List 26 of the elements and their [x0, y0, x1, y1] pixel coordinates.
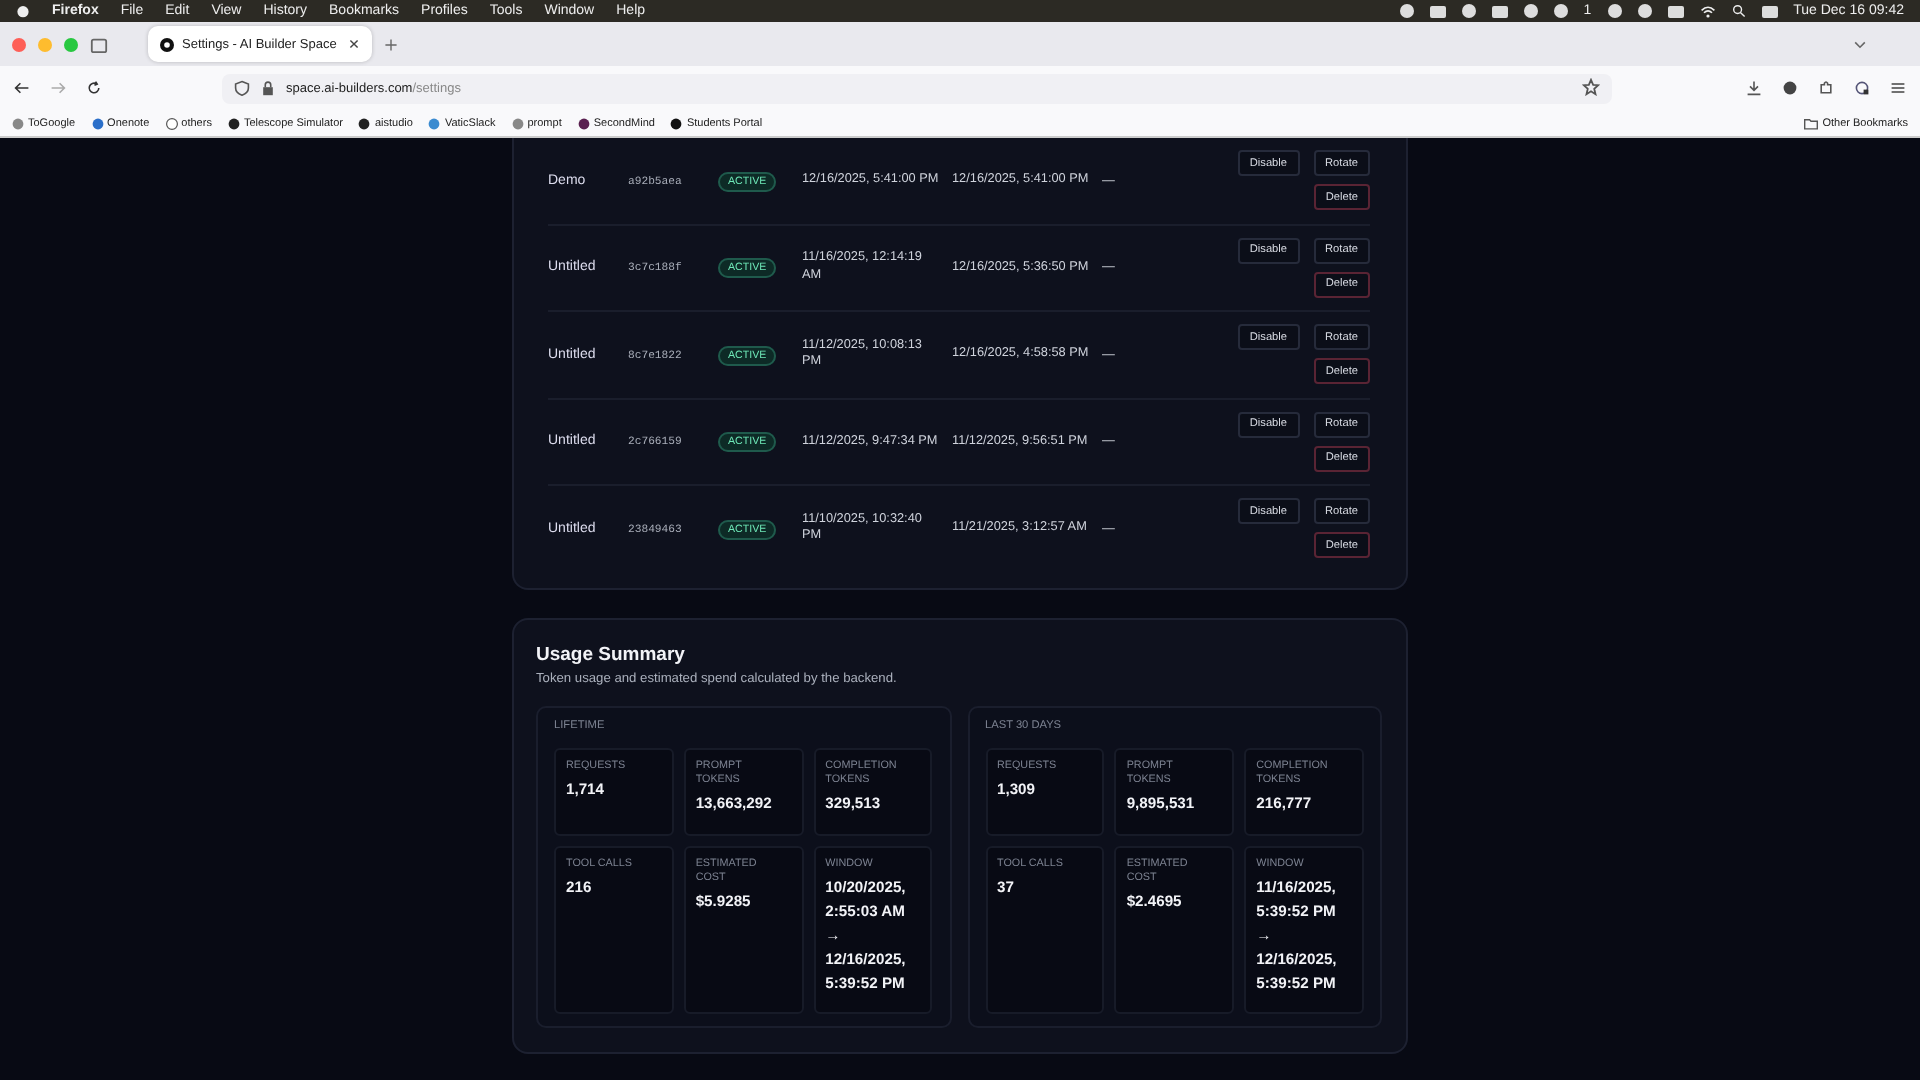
site-icon — [577, 117, 590, 129]
site-icon — [511, 117, 524, 129]
site-icon — [12, 117, 24, 129]
site-icon — [428, 117, 441, 129]
back-icon[interactable] — [14, 80, 30, 96]
bookmark-star-icon[interactable] — [1582, 77, 1600, 95]
tab-overview-icon[interactable] — [90, 35, 108, 53]
site-icon — [227, 117, 240, 129]
site-icon — [670, 117, 683, 129]
download-icon[interactable] — [1746, 80, 1762, 96]
close-icon[interactable] — [348, 38, 360, 50]
wifi-icon[interactable] — [1699, 3, 1716, 19]
chevron-down-icon[interactable] — [1852, 36, 1868, 52]
lock-icon — [260, 80, 276, 96]
shield-icon — [234, 80, 250, 96]
puzzle-icon[interactable] — [1818, 80, 1834, 96]
section-title: Usage Summary — [536, 643, 687, 665]
status-icon[interactable] — [1761, 5, 1778, 17]
site-icon — [91, 117, 104, 129]
search-icon[interactable] — [1731, 4, 1746, 18]
site-logo-icon — [160, 37, 174, 51]
site-icon — [358, 117, 371, 129]
close-window-button[interactable] — [12, 37, 26, 51]
menu-icon[interactable] — [1890, 80, 1906, 96]
reload-icon[interactable] — [86, 80, 102, 96]
new-tab-icon[interactable] — [384, 37, 398, 51]
